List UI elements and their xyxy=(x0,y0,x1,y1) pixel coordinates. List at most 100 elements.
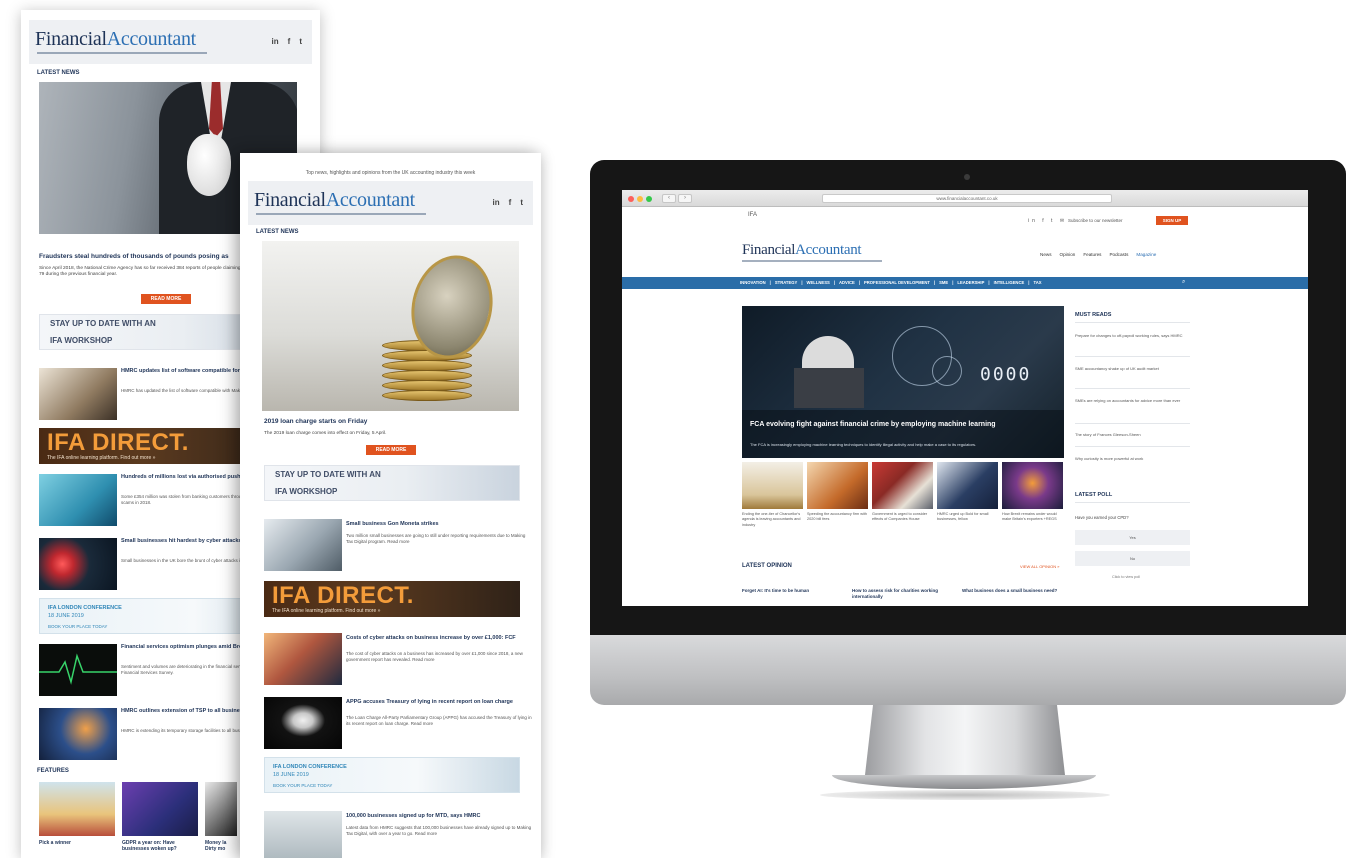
teaser-image[interactable] xyxy=(39,368,117,420)
workshop-banner-line1: STAY UP TO DATE WITH AN xyxy=(50,319,156,328)
teaser-image[interactable] xyxy=(264,697,342,749)
forward-button[interactable]: › xyxy=(678,194,692,203)
newsletter-header: FinancialAccountant in f t xyxy=(29,20,312,64)
teaser-image[interactable] xyxy=(39,644,117,696)
poll-option-no[interactable]: No xyxy=(1075,551,1190,566)
site-logo[interactable]: FinancialAccountant xyxy=(742,242,862,259)
article-caption[interactable]: HMRC urged up Bold for small businesses,… xyxy=(937,512,998,523)
linkedin-icon[interactable]: in xyxy=(272,37,279,46)
teaser-image[interactable] xyxy=(39,474,117,526)
article-caption[interactable]: Government is urged to consider effects … xyxy=(872,512,933,523)
teaser-image[interactable] xyxy=(264,519,342,571)
category-wellness[interactable]: WELLNESS xyxy=(807,277,830,289)
article-thumbnail[interactable] xyxy=(807,462,868,509)
hero-headline[interactable]: FCA evolving fight against financial cri… xyxy=(750,421,996,428)
workshop-banner[interactable]: STAY UP TO DATE WITH AN IFA WORKSHOP xyxy=(264,465,520,501)
divider xyxy=(1075,423,1190,424)
must-reads-heading: MUST READS xyxy=(1075,312,1112,318)
must-read-item[interactable]: SME accountancy shake up of UK audit mar… xyxy=(1075,366,1193,372)
hero-image-pound-coins[interactable] xyxy=(262,241,519,411)
view-poll-link[interactable]: Click to view poll xyxy=(1112,575,1140,579)
teaser-headline[interactable]: Costs of cyber attacks on business incre… xyxy=(346,635,532,642)
teaser-headline[interactable]: APPG accuses Treasury of lying in recent… xyxy=(346,699,532,706)
facebook-icon[interactable]: f xyxy=(509,198,512,207)
conference-cta: BOOK YOUR PLACE TODAY xyxy=(48,624,108,629)
teaser-image[interactable] xyxy=(264,811,342,858)
feature-image[interactable] xyxy=(39,782,115,836)
nav-features[interactable]: Features xyxy=(1083,252,1101,257)
feature-caption[interactable]: Pick a winner xyxy=(39,840,115,846)
nav-podcasts[interactable]: Podcasts xyxy=(1109,252,1128,257)
browser-toolbar: ‹ › www.financialaccountant.co.uk xyxy=(622,190,1308,207)
twitter-icon[interactable]: t xyxy=(299,37,302,46)
conference-banner[interactable]: IFA LONDON CONFERENCE 18 JUNE 2019 BOOK … xyxy=(264,757,520,793)
must-read-item[interactable]: The story of Frances Gleeson-Sheen xyxy=(1075,432,1193,438)
category-sme[interactable]: SME xyxy=(939,277,948,289)
back-button[interactable]: ‹ xyxy=(662,194,676,203)
main-navigation: News Opinion Features Podcasts Magazine xyxy=(1040,252,1156,257)
category-professional-development[interactable]: PROFESSIONAL DEVELOPMENT xyxy=(864,277,930,289)
address-bar[interactable]: www.financialaccountant.co.uk xyxy=(822,194,1112,203)
read-more-button[interactable]: READ MORE xyxy=(366,445,416,455)
must-read-item[interactable]: Why curiosity is more powerful at work xyxy=(1075,456,1193,462)
teaser-image[interactable] xyxy=(39,538,117,590)
feature-image[interactable] xyxy=(122,782,198,836)
must-read-item[interactable]: SMEs are relying on accountants for advi… xyxy=(1075,398,1193,404)
article-thumbnail[interactable] xyxy=(937,462,998,509)
article-caption[interactable]: Speeding the accountancy firm with 2020 … xyxy=(807,512,868,523)
ifa-direct-title: IFA DIRECT. xyxy=(272,582,414,609)
ifa-direct-tagline: The IFA online learning platform. Find o… xyxy=(272,608,381,614)
newsletter-preview-2: Top news, highlights and opinions from t… xyxy=(240,153,541,858)
feature-caption[interactable]: Money la Dirty mo xyxy=(205,840,239,854)
feature-caption[interactable]: GDPR a year on: Have businesses woken up… xyxy=(122,840,198,852)
ifa-logo[interactable]: IFA xyxy=(748,212,757,218)
minimize-window-icon[interactable] xyxy=(637,196,643,202)
twitter-icon[interactable]: t xyxy=(520,198,523,207)
binary-digits: 0000 xyxy=(980,364,1032,385)
nav-opinion[interactable]: Opinion xyxy=(1060,252,1076,257)
poll-option-yes[interactable]: Yes xyxy=(1075,530,1190,545)
nav-news[interactable]: News xyxy=(1040,252,1052,257)
logo-word-financial: Financial xyxy=(254,189,326,211)
hero-headline[interactable]: 2019 loan charge starts on Friday xyxy=(264,418,524,426)
financial-accountant-logo[interactable]: FinancialAccountant xyxy=(35,28,196,51)
close-window-icon[interactable] xyxy=(628,196,634,202)
category-tax[interactable]: TAX xyxy=(1033,277,1041,289)
teaser-headline[interactable]: Small business Gon Moneta strikes xyxy=(346,521,532,528)
opinion-title[interactable]: What business does a small business need… xyxy=(962,588,1062,594)
article-thumbnail[interactable] xyxy=(742,462,803,509)
featured-article-hero[interactable]: 0000 FCA evolving fight against financia… xyxy=(742,306,1064,458)
article-caption[interactable]: How Brexit remains under would make Brit… xyxy=(1002,512,1063,523)
teaser-headline[interactable]: 100,000 businesses signed up for MTD, sa… xyxy=(346,813,532,820)
must-read-item[interactable]: Prepare for changes to off-payroll worki… xyxy=(1075,333,1193,339)
category-intelligence[interactable]: INTELLIGENCE xyxy=(994,277,1025,289)
view-all-opinion-link[interactable]: VIEW ALL OPINION » xyxy=(1020,564,1059,569)
teaser-image[interactable] xyxy=(39,708,117,760)
financial-accountant-logo[interactable]: FinancialAccountant xyxy=(254,189,415,212)
maximize-window-icon[interactable] xyxy=(646,196,652,202)
feature-image[interactable] xyxy=(205,782,237,836)
section-title-features: FEATURES xyxy=(37,768,69,774)
article-thumbnail[interactable] xyxy=(872,462,933,509)
article-caption[interactable]: Ending the one-tier of Chancellor's agen… xyxy=(742,512,803,528)
opinion-title[interactable]: Forget AI: It's time to be human xyxy=(742,588,842,594)
logo-word-financial: Financial xyxy=(35,28,107,50)
social-links: in f t xyxy=(493,198,523,207)
search-icon[interactable]: ⌕ xyxy=(1182,279,1185,286)
article-thumbnail[interactable] xyxy=(1002,462,1063,509)
category-advice[interactable]: ADVICE xyxy=(839,277,855,289)
facebook-icon[interactable]: f xyxy=(288,37,291,46)
linkedin-icon[interactable]: in xyxy=(493,198,500,207)
ifa-direct-banner[interactable]: IFA DIRECT. The IFA online learning plat… xyxy=(264,581,520,617)
category-leadership[interactable]: LEADERSHIP xyxy=(957,277,984,289)
category-innovation[interactable]: INNOVATION xyxy=(740,277,766,289)
divider xyxy=(1075,388,1190,389)
read-more-button[interactable]: READ MORE xyxy=(141,294,191,304)
category-strategy[interactable]: STRATEGY xyxy=(775,277,798,289)
opinion-title[interactable]: How to assess risk for charities working… xyxy=(852,588,952,600)
site-social-links[interactable]: in f t ✉ xyxy=(1028,218,1067,224)
teaser-image[interactable] xyxy=(264,633,342,685)
nav-magazine[interactable]: Magazine xyxy=(1136,252,1156,257)
sign-up-button[interactable]: SIGN UP xyxy=(1156,216,1188,225)
divider xyxy=(1075,356,1190,357)
